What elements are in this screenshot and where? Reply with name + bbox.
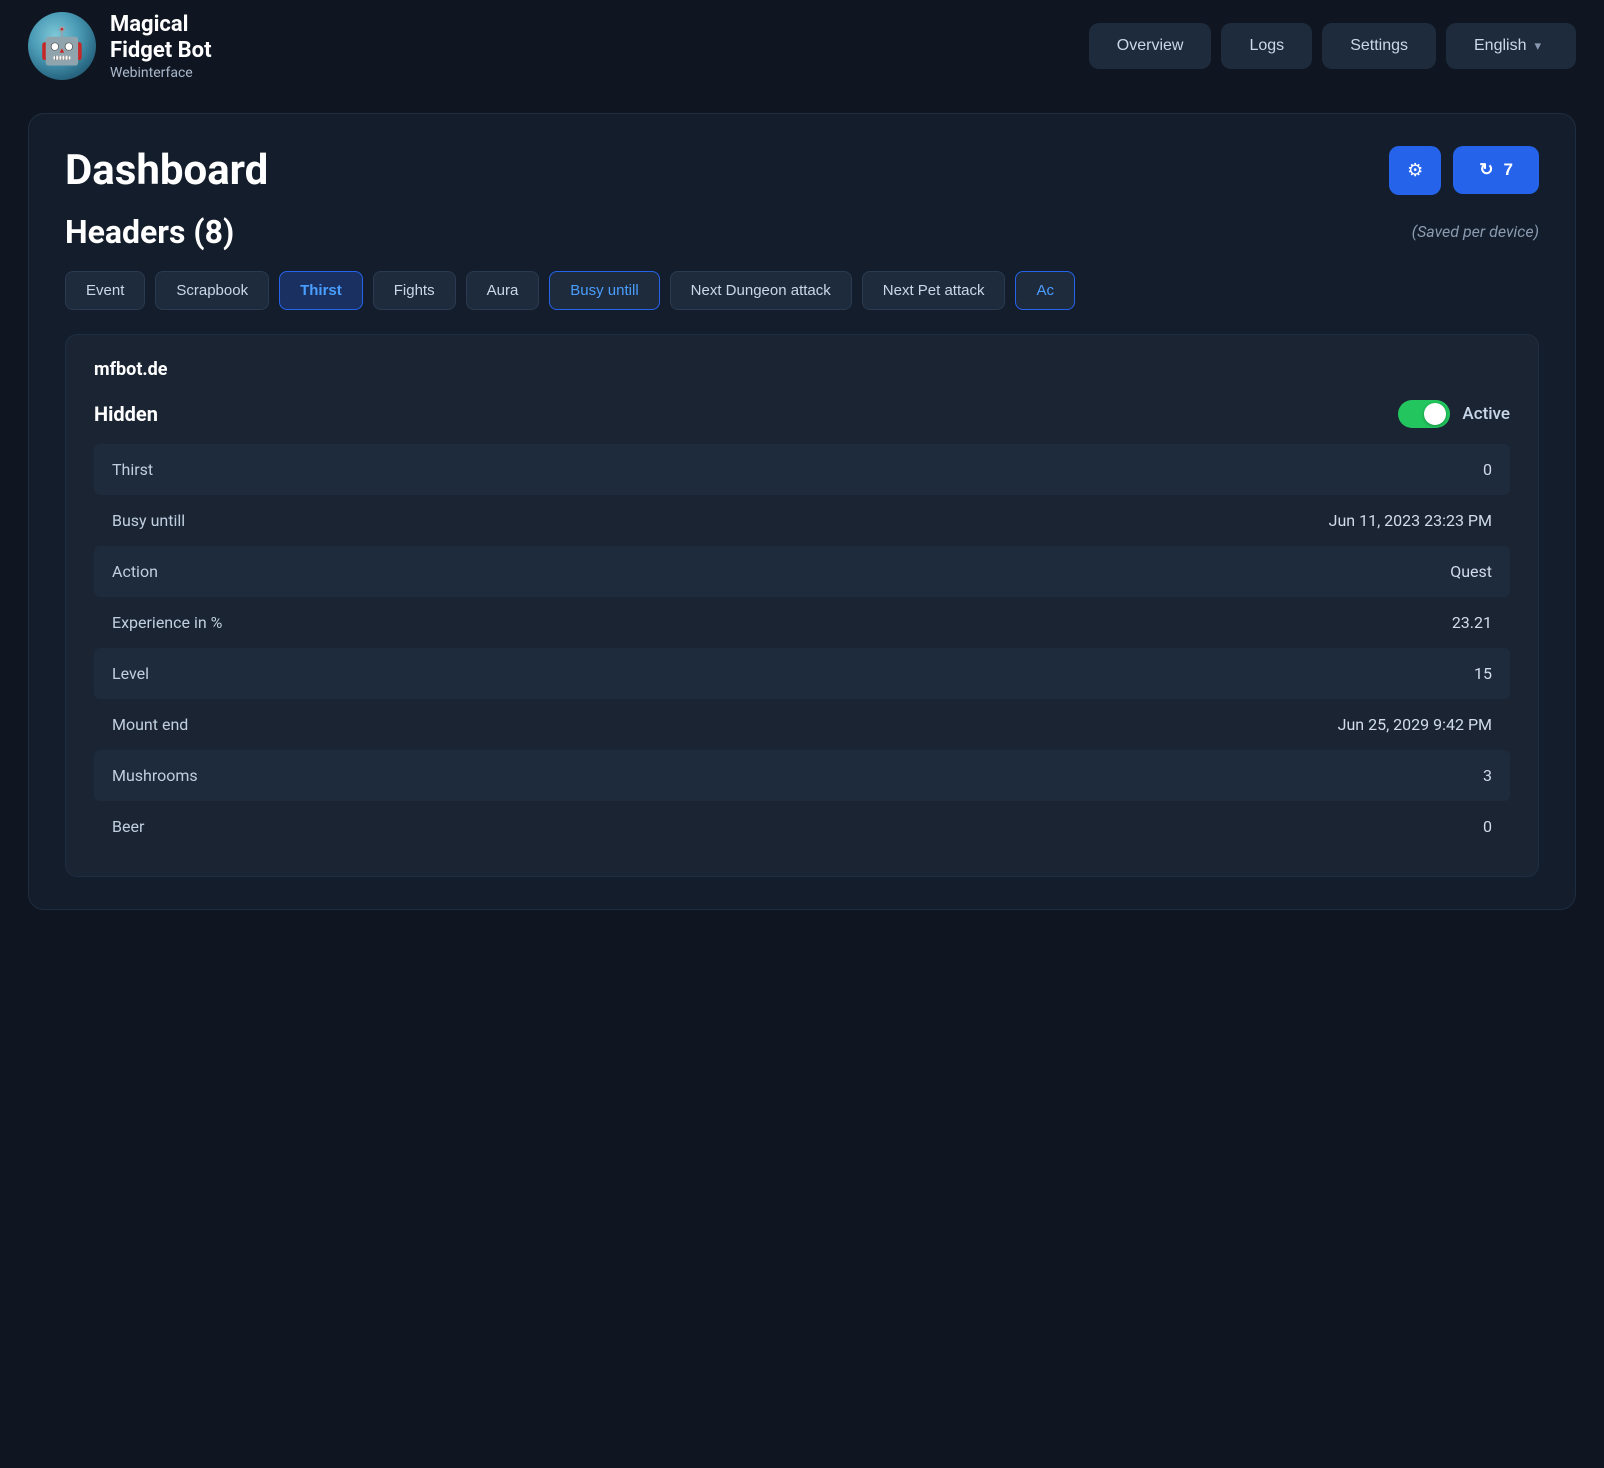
headers-section-title: Headers (8) (65, 213, 234, 251)
data-row-action: Action Quest (94, 546, 1510, 597)
tab-next-dungeon-attack[interactable]: Next Dungeon attack (670, 271, 852, 310)
data-label-thirst: Thirst (112, 460, 153, 479)
logs-button[interactable]: Logs (1221, 23, 1312, 69)
data-row-experience: Experience in % 23.21 (94, 597, 1510, 648)
tab-ac[interactable]: Ac (1015, 271, 1075, 310)
tab-thirst[interactable]: Thirst (279, 271, 363, 310)
brand-subtitle: Webinterface (110, 65, 212, 81)
language-button[interactable]: English ▾ (1446, 23, 1576, 69)
main-container: Dashboard ⚙ ↻ 7 Headers (8) (Saved per d… (28, 113, 1576, 910)
data-row-level: Level 15 (94, 648, 1510, 699)
active-label: Active (1462, 404, 1510, 424)
tab-next-pet-attack[interactable]: Next Pet attack (862, 271, 1006, 310)
data-value-mushrooms: 3 (1483, 766, 1492, 785)
data-label-busy-untill: Busy untill (112, 511, 185, 530)
gear-button[interactable]: ⚙ (1389, 146, 1441, 195)
tabs-row: Event Scrapbook Thirst Fights Aura Busy … (65, 271, 1539, 310)
data-rows-container: Thirst 0 Busy untill Jun 11, 2023 23:23 … (94, 444, 1510, 852)
data-label-experience: Experience in % (112, 613, 222, 632)
hidden-label: Hidden (94, 402, 158, 426)
data-value-thirst: 0 (1483, 460, 1492, 479)
settings-button[interactable]: Settings (1322, 23, 1436, 69)
tab-aura[interactable]: Aura (466, 271, 540, 310)
avatar: 🤖 (28, 12, 96, 80)
data-row-busy-untill: Busy untill Jun 11, 2023 23:23 PM (94, 495, 1510, 546)
data-value-level: 15 (1474, 664, 1492, 683)
data-value-busy-untill: Jun 11, 2023 23:23 PM (1329, 511, 1492, 530)
dashboard-title: Dashboard (65, 146, 268, 195)
data-value-experience: 23.21 (1452, 613, 1492, 632)
overview-button[interactable]: Overview (1089, 23, 1212, 69)
nav-buttons: Overview Logs Settings English ▾ (1089, 23, 1576, 69)
navbar: 🤖 MagicalFidget Bot Webinterface Overvie… (0, 0, 1604, 93)
language-label: English (1474, 37, 1526, 55)
refresh-icon: ↻ (1479, 160, 1493, 180)
active-toggle[interactable] (1398, 400, 1450, 428)
brand-title: MagicalFidget Bot (110, 12, 212, 65)
tab-busy-untill[interactable]: Busy untill (549, 271, 659, 310)
header-actions: ⚙ ↻ 7 (1389, 146, 1539, 195)
data-row-beer: Beer 0 (94, 801, 1510, 852)
data-label-action: Action (112, 562, 158, 581)
data-value-beer: 0 (1483, 817, 1492, 836)
brand: 🤖 MagicalFidget Bot Webinterface (28, 12, 212, 81)
data-row-mount-end: Mount end Jun 25, 2029 9:42 PM (94, 699, 1510, 750)
data-row-mushrooms: Mushrooms 3 (94, 750, 1510, 801)
data-value-action: Quest (1450, 562, 1492, 581)
dashboard-header: Dashboard ⚙ ↻ 7 (65, 146, 1539, 195)
section-meta: (Saved per device) (1412, 222, 1539, 241)
headers-section-title-row: Headers (8) (Saved per device) (65, 213, 1539, 251)
device-card: mfbot.de Hidden Active Thirst 0 Busy unt… (65, 334, 1539, 877)
tab-event[interactable]: Event (65, 271, 145, 310)
data-label-mushrooms: Mushrooms (112, 766, 198, 785)
toggle-knob (1424, 403, 1446, 425)
refresh-count: 7 (1504, 160, 1513, 180)
brand-text: MagicalFidget Bot Webinterface (110, 12, 212, 81)
data-row-thirst: Thirst 0 (94, 444, 1510, 495)
tab-scrapbook[interactable]: Scrapbook (155, 271, 269, 310)
tab-fights[interactable]: Fights (373, 271, 456, 310)
data-label-beer: Beer (112, 817, 144, 836)
data-value-mount-end: Jun 25, 2029 9:42 PM (1338, 715, 1492, 734)
data-label-level: Level (112, 664, 149, 683)
gear-icon: ⚙ (1407, 160, 1423, 181)
active-row: Active (1398, 400, 1510, 428)
device-name: mfbot.de (94, 359, 1510, 380)
refresh-button[interactable]: ↻ 7 (1453, 146, 1539, 194)
chevron-down-icon: ▾ (1534, 38, 1541, 54)
data-label-mount-end: Mount end (112, 715, 188, 734)
hidden-row: Hidden Active (94, 400, 1510, 428)
